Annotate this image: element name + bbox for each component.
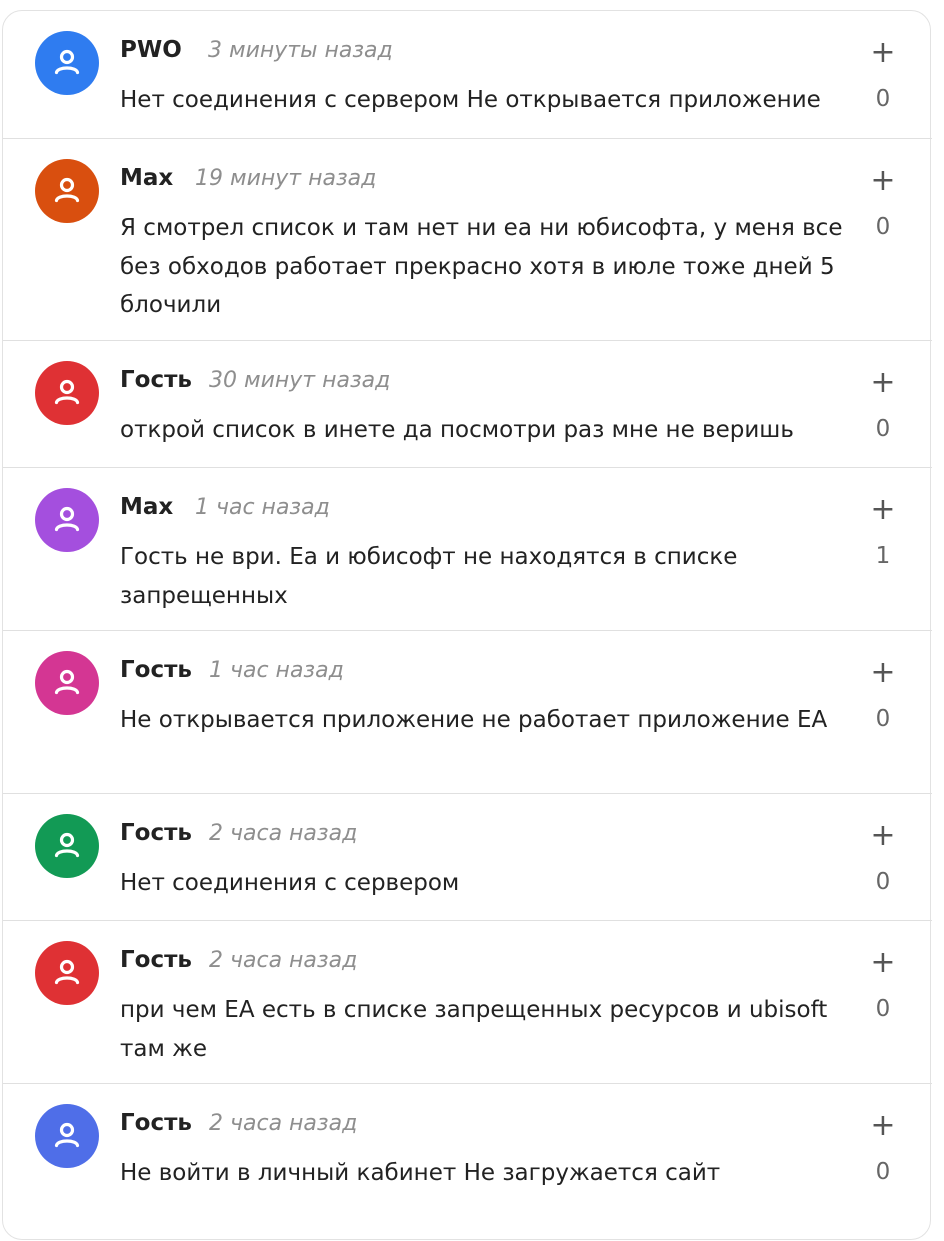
avatar[interactable] [35,1104,99,1168]
upvote-button[interactable]: + [865,365,901,401]
user-icon [54,959,80,985]
comment-timestamp: 30 минут назад [209,368,391,393]
user-icon [54,832,80,858]
user-icon [54,379,80,405]
avatar[interactable] [35,361,99,425]
comment-author[interactable]: Гость [120,820,192,846]
vote-count: 0 [875,706,891,732]
vote-count: 0 [875,1159,891,1185]
vote-count: 0 [875,214,891,240]
avatar[interactable] [35,814,99,878]
comment-author[interactable]: Гость [120,1110,192,1136]
vote-count: 0 [875,86,891,112]
comment-timestamp: 1 час назад [209,658,344,683]
comment-text: Не войти в личный кабинет Не загружается… [120,1160,721,1186]
comment-item: Max 19 минут назад Я смотрел список и та… [3,138,932,340]
avatar[interactable] [35,651,99,715]
upvote-button[interactable]: + [865,945,901,981]
comment-author[interactable]: Гость [120,657,192,683]
user-icon [54,506,80,532]
comment-text: Не открывается приложение не работает пр… [120,707,828,733]
upvote-button[interactable]: + [865,655,901,691]
avatar[interactable] [35,941,99,1005]
vote-count: 0 [875,869,891,895]
comment-timestamp: 19 минут назад [195,166,377,191]
comment-text: Нет соединения с сервером Не открывается… [120,87,821,113]
upvote-button[interactable]: + [865,818,901,854]
upvote-button[interactable]: + [865,492,901,528]
vote-count: 1 [875,543,891,569]
comment-timestamp: 1 час назад [195,495,330,520]
avatar[interactable] [35,488,99,552]
avatar[interactable] [35,159,99,223]
comment-author[interactable]: Max [120,494,173,520]
avatar[interactable] [35,31,99,95]
comment-timestamp: 2 часа назад [209,821,358,846]
comment-text: Я смотрел список и там нет ни еа ни юбис… [120,215,843,318]
comment-author[interactable]: Гость [120,947,192,973]
user-icon [54,1122,80,1148]
upvote-button[interactable]: + [865,163,901,199]
comment-author[interactable]: PWO [120,37,182,63]
upvote-button[interactable]: + [865,1108,901,1144]
comment-text: при чем EA есть в списке запрещенных рес… [120,997,828,1062]
comment-text: Нет соединения с сервером [120,870,460,896]
comment-item: Гость 1 час назад Не открывается приложе… [3,630,932,793]
user-icon [54,49,80,75]
comment-item: Гость 2 часа назад Не войти в личный каб… [3,1083,932,1241]
comment-item: Гость 2 часа назад Нет соединения с серв… [3,793,932,920]
comment-item: Гость 30 минут назад открой список в ине… [3,340,932,467]
comment-timestamp: 2 часа назад [209,1111,358,1136]
comment-timestamp: 3 минуты назад [208,38,393,63]
upvote-button[interactable]: + [865,35,901,71]
comment-author[interactable]: Max [120,165,173,191]
comment-item: Гость 2 часа назад при чем EA есть в спи… [3,920,932,1083]
comment-item: Max 1 час назад Гость не ври. Еа и юбисо… [3,467,932,630]
comment-item: PWO 3 минуты назад Нет соединения с серв… [3,11,932,138]
user-icon [54,669,80,695]
comment-text: открой список в инете да посмотри раз мн… [120,417,794,443]
comments-card: PWO 3 минуты назад Нет соединения с серв… [2,10,932,1241]
comment-text: Гость не ври. Еа и юбисофт не находятся … [120,544,738,609]
user-icon [54,177,80,203]
comment-author[interactable]: Гость [120,367,192,393]
vote-count: 0 [875,996,891,1022]
comment-timestamp: 2 часа назад [209,948,358,973]
vote-count: 0 [875,416,891,442]
